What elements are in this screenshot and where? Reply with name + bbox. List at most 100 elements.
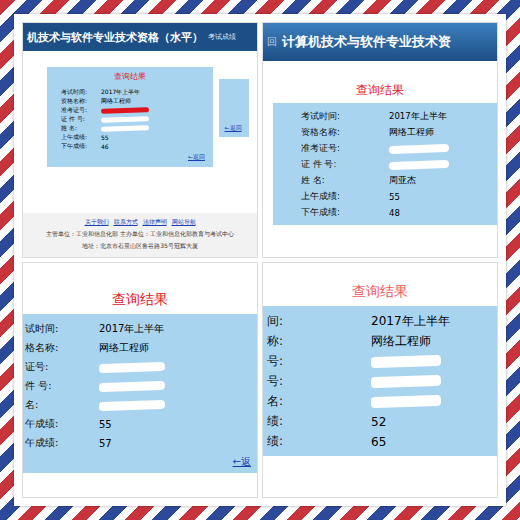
footer-link[interactable]: 网站导航 (172, 218, 196, 227)
result-row: 资格名称:网络工程师 (273, 125, 493, 141)
page-body: 查询结果考试时间:2017年上半年资格名称:网络工程师准考证号:证 件 号:姓 … (263, 61, 497, 257)
redaction-mark (371, 375, 441, 388)
row-label: 上午成绩: (301, 191, 389, 203)
back-link[interactable]: ←返 (233, 453, 253, 469)
row-value: 57 (99, 438, 112, 449)
redaction-mark (99, 381, 165, 392)
row-label: 考试时间: (301, 111, 389, 123)
screenshot-panel: 查询结果间:2017年上半年称:网络工程师号:号:名:绩:52绩:65 (262, 262, 498, 498)
result-row: 绩:65 (263, 432, 493, 452)
result-row: 上午成绩:55 (273, 189, 493, 205)
row-value: 2017年上半年 (101, 88, 140, 97)
row-label: 名: (25, 398, 99, 412)
row-label: 绩: (267, 433, 371, 450)
redaction-mark (101, 125, 149, 132)
result-row: 号: (263, 352, 493, 372)
page-body: 查询结果试时间:2017年上半年格名称:网络工程师证号: 件 号: 名: 午成绩:55… (23, 263, 257, 497)
row-label: 考试时间: (61, 88, 101, 97)
row-value: 网络工程师 (99, 341, 149, 355)
redaction-mark (101, 116, 149, 123)
row-value: 65 (371, 435, 386, 449)
footer-links: 关于我们联系方式法律声明网站导航 (85, 218, 196, 227)
page-body: 查询结果间:2017年上半年称:网络工程师号:号:名:绩:52绩:65 (263, 263, 497, 497)
row-label: 号: (267, 353, 371, 370)
screenshot-panel: 机技术与软件专业技术资格（水平） 考试成绩查询结果考试时间:2017年上半年资格名… (22, 22, 258, 258)
row-value: 55 (101, 134, 109, 141)
result-row: 上午成绩:55 (53, 133, 207, 142)
collage-grid: 机技术与软件专业技术资格（水平）考试成绩查询结果考试时间:2017年上半年资格名… (14, 14, 506, 506)
row-label: 间: (267, 313, 371, 330)
result-row: 考试时间:2017年上半年 (273, 109, 493, 125)
footer-link[interactable]: 联系方式 (114, 218, 138, 227)
result-row: 姓 名:周亚杰 (273, 173, 493, 189)
row-label: 号: (267, 373, 371, 390)
row-value: 周亚杰 (389, 175, 416, 187)
footer-link[interactable]: 法律声明 (143, 218, 167, 227)
site-title: 计算机技术与软件专业技术资 (282, 33, 451, 51)
result-title: 查询结果 (263, 263, 497, 306)
row-value: 55 (389, 192, 400, 202)
back-mark[interactable]: 回 (267, 35, 277, 49)
result-row: 姓 名: (53, 124, 207, 133)
result-row: 证号: (23, 358, 253, 377)
redaction-mark (389, 160, 449, 170)
row-label: 午成绩: (25, 417, 99, 431)
row-value: 55 (99, 419, 112, 430)
row-value: 46 (101, 143, 109, 150)
redaction-mark (371, 355, 441, 368)
side-back-link[interactable]: ←返回 (224, 122, 243, 133)
row-label: 姓 名: (301, 175, 389, 187)
footer-link[interactable]: 关于我们 (85, 218, 109, 227)
footer-line: 地址：北京市石景山区鲁谷路35号冠辉大厦 (82, 242, 198, 251)
result-row: 资格名称:网络工程师 (53, 97, 207, 106)
result-area: 查询结果考试时间:2017年上半年资格名称:网络工程师准考证号:证 件 号:姓 … (23, 67, 257, 167)
site-subtitle: 考试成绩 (208, 32, 236, 42)
redaction-mark (371, 395, 441, 408)
result-box: 间:2017年上半年称:网络工程师号:号:名:绩:52绩:65 (263, 306, 497, 456)
site-header: 机技术与软件专业技术资格（水平） 考试成绩 (23, 23, 257, 51)
row-value: 2017年上半年 (371, 313, 450, 330)
row-label: 资格名称: (61, 97, 101, 106)
result-row: 间:2017年上半年 (263, 312, 493, 332)
result-title: 查询结果 (263, 61, 497, 103)
row-label: 证 件 号: (301, 159, 389, 171)
row-label: 格名称: (25, 341, 99, 355)
result-row: 名: (23, 396, 253, 415)
result-title: 查询结果 (23, 263, 257, 314)
result-row: 件 号: (23, 377, 253, 396)
row-label: 午成绩: (25, 436, 99, 450)
result-row: 号: (263, 372, 493, 392)
result-row: 称:网络工程师 (263, 332, 493, 352)
row-value: 网络工程师 (389, 127, 434, 139)
row-label: 证 件 号: (61, 115, 101, 124)
redaction-mark (389, 144, 449, 154)
redaction-mark (99, 400, 165, 411)
result-area: 间:2017年上半年称:网络工程师号:号:名:绩:52绩:65 (263, 306, 497, 456)
row-value: 2017年上半年 (99, 322, 164, 336)
back-link[interactable]: ←返回 (188, 151, 207, 162)
result-area: 考试时间:2017年上半年资格名称:网络工程师准考证号:证 件 号:姓 名:周亚… (263, 103, 497, 225)
result-row: 试时间:2017年上半年 (23, 320, 253, 339)
site-footer: 关于我们联系方式法律声明网站导航主管单位：工业和信息化部 主办单位：工业和信息化… (23, 213, 257, 257)
site-title: 机技术与软件专业技术资格（水平） (27, 30, 203, 45)
row-label: 件 号: (25, 379, 99, 393)
row-label: 名: (267, 393, 371, 410)
row-value: 52 (371, 415, 386, 429)
result-row: 准考证号: (273, 141, 493, 157)
result-row: 下午成绩:46 (53, 142, 207, 151)
result-box: 试时间:2017年上半年格名称:网络工程师证号: 件 号: 名: 午成绩:55午成绩:… (23, 314, 257, 473)
result-area: 试时间:2017年上半年格名称:网络工程师证号: 件 号: 名: 午成绩:55午成绩:… (23, 314, 257, 473)
row-label: 准考证号: (301, 143, 389, 155)
row-label: 准考证号: (61, 106, 101, 115)
row-label: 资格名称: (301, 127, 389, 139)
row-label: 下午成绩: (61, 142, 101, 151)
row-label: 称: (267, 333, 371, 350)
result-box: 考试时间:2017年上半年资格名称:网络工程师准考证号:证 件 号:姓 名:周亚… (273, 103, 497, 225)
result-row: 准考证号: (53, 106, 207, 115)
row-label: 下午成绩: (301, 207, 389, 219)
redaction-mark (99, 362, 165, 373)
row-label: 证号: (25, 360, 99, 374)
screenshot-panel: 查询结果试时间:2017年上半年格名称:网络工程师证号: 件 号: 名: 午成绩:55… (22, 262, 258, 498)
result-row: 绩:52 (263, 412, 493, 432)
result-row: 证 件 号: (273, 157, 493, 173)
